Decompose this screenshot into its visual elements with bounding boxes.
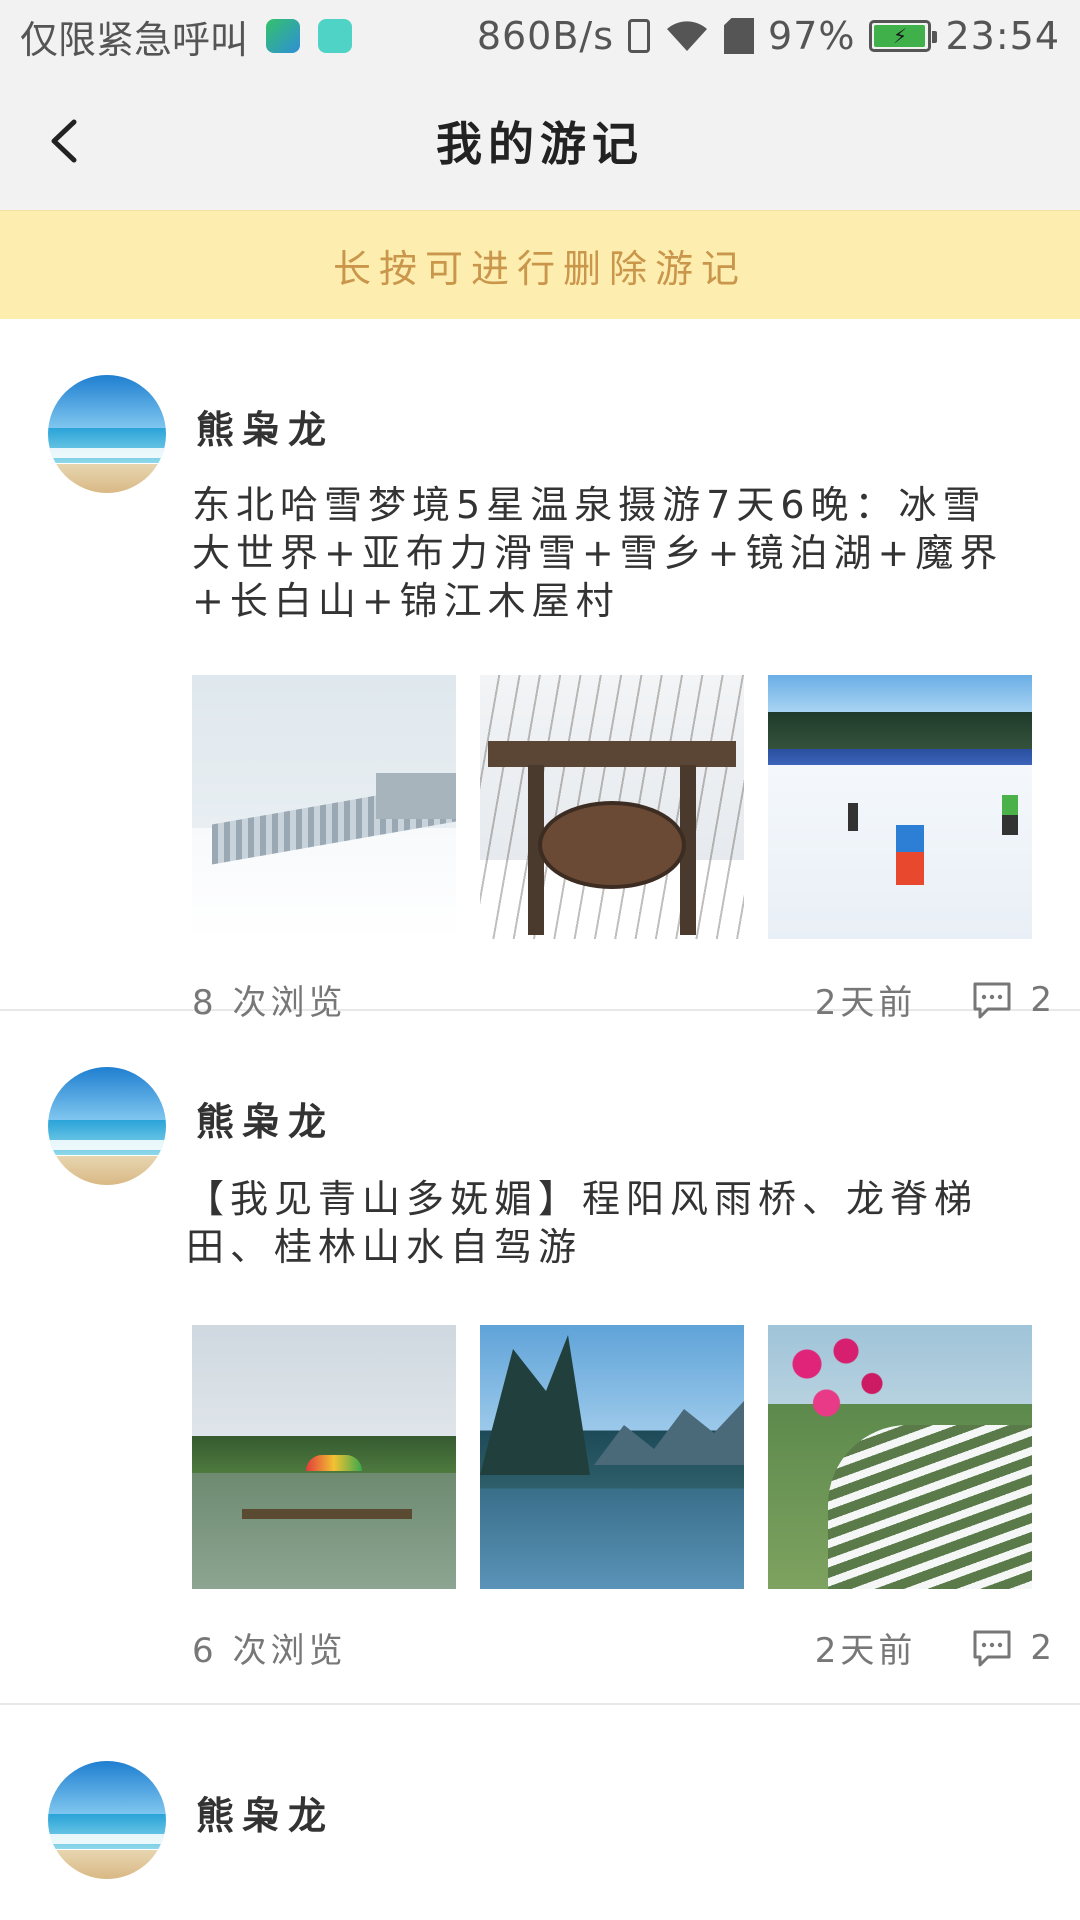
note-meta: 6 次浏览 2天前 2 [192,1623,1056,1672]
author-name: 熊枭龙 [196,1100,335,1144]
note-title: 东北哈雪梦境5星温泉摄游7天6晚：冰雪大世界+亚布力滑雪+雪乡+镜泊湖+魔界+长… [192,483,1004,623]
vibrate-icon [628,19,651,53]
travel-note-card[interactable]: 熊枭龙 [0,1705,1080,1905]
avatar[interactable] [48,1067,166,1185]
avatar[interactable] [48,375,166,493]
status-right: 860B/s 97% ⚡ 23:54 [477,14,1060,58]
map-app-icon [266,19,301,53]
author-name: 熊枭龙 [196,1794,335,1838]
photo-grid [192,675,1032,939]
photo-karst-river[interactable] [480,1325,744,1589]
photo-rice-terraces[interactable] [768,1325,1032,1589]
photo-ice-bridge[interactable] [192,675,456,939]
comment-icon [973,1630,1011,1666]
travel-note-card[interactable]: 熊枭龙 【我见青山多妩媚】程阳风雨桥、龙脊梯田、桂林山水自驾游 6 次浏览 2天… [0,1011,1080,1705]
charging-bolt-icon: ⚡ [892,24,908,48]
comment-button[interactable]: 2 [972,1628,1056,1668]
photo-ski-slope[interactable] [768,675,1032,939]
note-title: 【我见青山多妩媚】程阳风雨桥、龙脊梯田、桂林山水自驾游 [186,1177,979,1269]
delete-tip-text: 长按可进行删除游记 [332,246,747,291]
battery-percent: 97% [768,14,856,58]
status-bar: 仅限紧急呼叫 860B/s 97% ⚡ 23:54 [0,0,1080,72]
battery-icon: ⚡ [869,20,938,52]
post-date: 2天前 [814,1631,917,1671]
travel-note-card[interactable]: 熊枭龙 东北哈雪梦境5星温泉摄游7天6晚：冰雪大世界+亚布力滑雪+雪乡+镜泊湖+… [0,319,1080,1023]
view-count: 6 次浏览 [192,1631,347,1671]
back-button[interactable] [38,114,88,168]
page-title: 我的游记 [436,117,644,171]
network-speed: 860B/s [476,14,615,58]
photo-river-raft[interactable] [192,1325,456,1589]
title-bar: 我的游记 [0,72,1080,210]
sim-card-icon [724,18,755,54]
wifi-icon [667,21,708,51]
photo-wooden-sign[interactable] [480,675,744,939]
comment-count: 2 [1030,1627,1056,1668]
clock: 23:54 [945,14,1060,58]
status-left: 仅限紧急呼叫 [20,9,477,64]
author-name: 熊枭龙 [196,408,335,452]
avatar[interactable] [48,1761,166,1879]
photo-grid [192,1325,1032,1589]
chevron-left-icon [51,119,77,163]
android-app-icon [318,19,353,53]
delete-tip-banner: 长按可进行删除游记 [0,210,1080,319]
carrier-text: 仅限紧急呼叫 [20,17,249,62]
